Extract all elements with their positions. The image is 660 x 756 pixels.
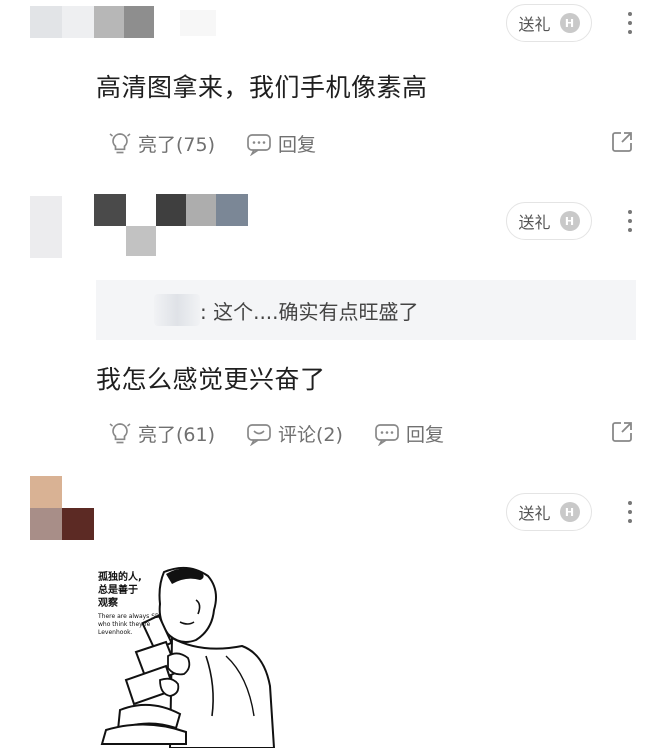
- gift-button[interactable]: 送礼 H: [506, 493, 592, 531]
- like-count: 亮了(61): [138, 424, 216, 446]
- like-count: 亮了(75): [138, 134, 216, 156]
- lightbulb-icon: [109, 422, 131, 443]
- hupu-badge-icon: H: [559, 502, 580, 522]
- reply-bubble-icon: [247, 133, 271, 156]
- meme-image[interactable]: 孤独的人, 总是善于 观察 There are always SB who th…: [96, 560, 276, 749]
- quoted-text: : 这个....确实有点旺盛了: [200, 299, 419, 324]
- meme-title-line3: 观察: [98, 596, 119, 609]
- microscope-man-illustration: 孤独的人, 总是善于 观察 There are always SB who th…: [97, 566, 276, 749]
- comment-text: 高清图拿来，我们手机像素高: [96, 73, 428, 102]
- like-button[interactable]: 亮了(75): [108, 130, 215, 157]
- reply-button[interactable]: 回复: [246, 130, 316, 157]
- more-options-icon[interactable]: [626, 210, 634, 232]
- quoted-reply[interactable]: : 这个....确实有点旺盛了: [96, 280, 636, 340]
- quoted-username-blurred: [154, 294, 200, 326]
- gift-button[interactable]: 送礼 H: [506, 202, 592, 240]
- reply-label: 回复: [406, 424, 445, 446]
- comments-button[interactable]: 评论(2): [246, 420, 343, 447]
- comment-1: 送礼 H 高清图拿来，我们手机像素高 亮了(75) 回复: [0, 0, 660, 180]
- avatar-username-blurred[interactable]: [30, 476, 100, 540]
- avatar-username-blurred[interactable]: [30, 6, 230, 40]
- gift-button[interactable]: 送礼 H: [506, 4, 592, 42]
- share-icon[interactable]: [610, 130, 634, 154]
- comment-text: 我怎么感觉更兴奋了: [96, 365, 326, 394]
- gift-label: 送礼: [518, 504, 551, 523]
- comment-bubble-icon: [247, 423, 271, 446]
- reply-bubble-icon: [375, 423, 399, 446]
- meme-title-line1: 孤独的人,: [98, 570, 142, 583]
- meme-subtitle-line1: There are always SB: [97, 613, 159, 620]
- hupu-badge-icon: H: [559, 211, 580, 231]
- reply-label: 回复: [278, 134, 317, 156]
- comments-count: 评论(2): [278, 424, 343, 446]
- share-icon[interactable]: [610, 420, 634, 444]
- gift-label: 送礼: [518, 15, 551, 34]
- gift-label: 送礼: [518, 213, 551, 232]
- comment-3: 送礼 H 孤独的人, 总是善于 观察 There are always SB w…: [0, 468, 660, 756]
- more-options-icon[interactable]: [626, 12, 634, 34]
- meme-title-line2: 总是善于: [98, 583, 138, 596]
- reply-button[interactable]: 回复: [374, 420, 444, 447]
- like-button[interactable]: 亮了(61): [108, 420, 215, 447]
- comment-2: 送礼 H : 这个....确实有点旺盛了 我怎么感觉更兴奋了 亮了(61) 评论…: [0, 180, 660, 468]
- meme-subtitle-line2: who think they're: [98, 621, 151, 628]
- more-options-icon[interactable]: [626, 501, 634, 523]
- hupu-badge-icon: H: [559, 13, 580, 33]
- meme-subtitle-line3: Levenhook.: [98, 629, 133, 636]
- avatar-username-blurred[interactable]: [30, 194, 260, 260]
- lightbulb-icon: [109, 132, 131, 153]
